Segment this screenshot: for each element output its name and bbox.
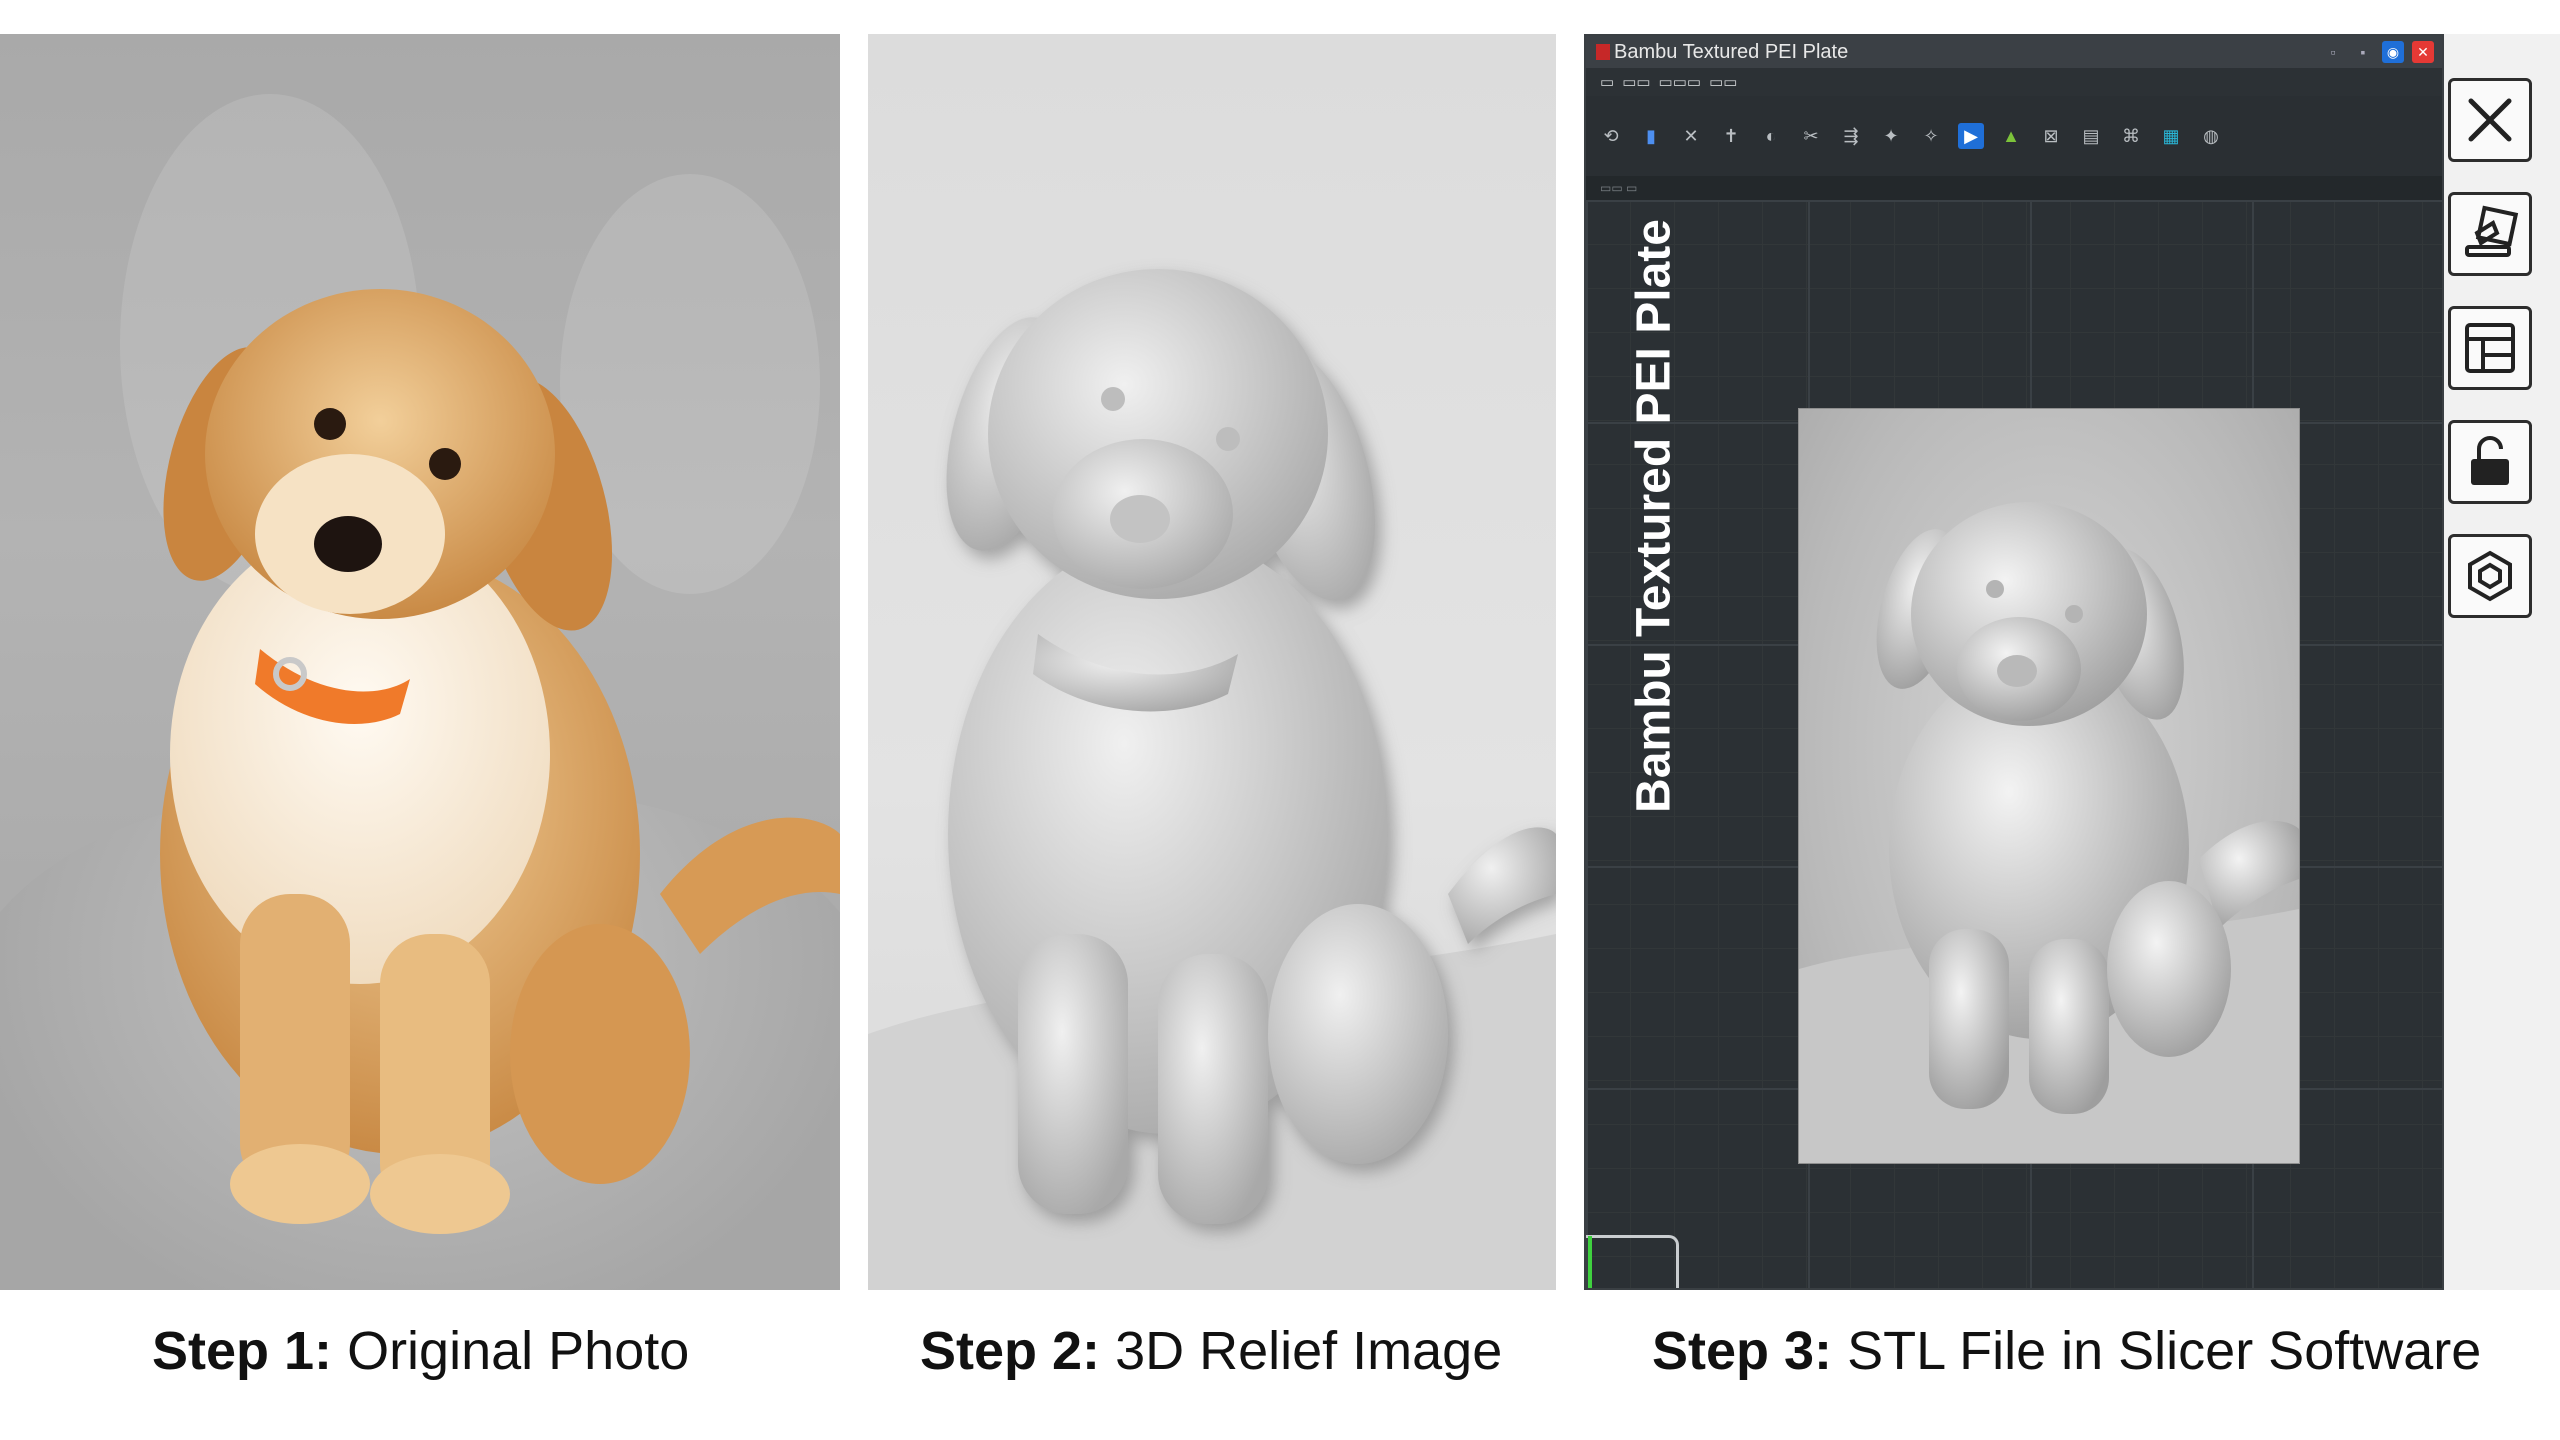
scale-tool-icon[interactable]: ◐ <box>1758 123 1784 149</box>
hexagon-settings-icon <box>2468 550 2512 602</box>
layer-icon[interactable]: ▲ <box>1998 123 2024 149</box>
layout-icon <box>2465 323 2515 373</box>
support-icon[interactable]: ✦ <box>1878 123 1904 149</box>
caption-step-3: Step 3: STL File in Slicer Software <box>1652 1321 2482 1381</box>
puppy-photo <box>160 289 840 1234</box>
edit-canvas-button[interactable] <box>2448 192 2532 276</box>
layout-button[interactable] <box>2448 306 2532 390</box>
measure-icon[interactable]: ⊠ <box>2038 123 2064 149</box>
delete-icon[interactable]: ✕ <box>1678 123 1704 149</box>
seam-icon[interactable]: ✧ <box>1918 123 1944 149</box>
minimize-icon[interactable]: ▫ <box>2322 41 2344 63</box>
relief-image-panel <box>868 34 1556 1290</box>
stl-model[interactable] <box>1798 408 2300 1164</box>
menu-item[interactable]: ▭▭ <box>1622 73 1650 91</box>
arrange-icon[interactable]: ⇶ <box>1838 123 1864 149</box>
close-button[interactable] <box>2448 78 2532 162</box>
grid-view-icon[interactable]: ▦ <box>2158 123 2184 149</box>
hexagon-settings-button[interactable] <box>2448 534 2532 618</box>
caption-step-2: Step 2: 3D Relief Image <box>920 1321 1503 1381</box>
view-icon[interactable]: ▤ <box>2078 123 2104 149</box>
original-photo-panel <box>0 34 840 1290</box>
rotate-tool-icon[interactable]: ⟲ <box>1598 123 1624 149</box>
y-axis-line <box>1588 1236 1592 1288</box>
plate-label: Bambu Textured PEI Plate <box>1627 219 1681 813</box>
move-tool-icon[interactable]: ✝ <box>1718 123 1744 149</box>
close-window-icon[interactable]: ✕ <box>2412 41 2434 63</box>
axis-indicator <box>1586 1235 1679 1288</box>
app-logo-icon <box>1596 44 1610 60</box>
settings-icon[interactable]: ◉ <box>2382 41 2404 63</box>
menu-bar: ▭ ▭▭ ▭▭▭ ▭▭ <box>1586 68 2442 96</box>
right-sidebar <box>2444 34 2560 1290</box>
menu-item[interactable]: ▭▭ <box>1709 73 1737 91</box>
menu-item[interactable]: ▭ <box>1600 73 1614 91</box>
status-strip: ▭▭ ▭ <box>1586 176 2442 200</box>
caption-step-1: Step 1: Original Photo <box>152 1321 690 1381</box>
mesh-icon[interactable]: ⌘ <box>2118 123 2144 149</box>
title-bar: Bambu Textured PEI Plate ▫ ▪ ◉ ✕ <box>1586 36 2442 68</box>
paint-tool-icon[interactable]: ▶ <box>1958 123 1984 149</box>
add-object-icon[interactable]: ▮ <box>1638 123 1664 149</box>
assembly-icon[interactable]: ◍ <box>2198 123 2224 149</box>
maximize-icon[interactable]: ▪ <box>2352 41 2374 63</box>
unlock-button[interactable] <box>2448 420 2532 504</box>
window-title: Bambu Textured PEI Plate <box>1614 40 1849 63</box>
toolbar: ⟲ ▮ ✕ ✝ ◐ ✂ ⇶ ✦ ✧ ▶ ▲ ⊠ ▤ ⌘ ▦ ◍ <box>1586 96 2442 176</box>
cut-tool-icon[interactable]: ✂ <box>1798 123 1824 149</box>
edit-canvas-icon <box>2465 205 2519 257</box>
unlock-icon <box>2471 436 2509 485</box>
menu-item[interactable]: ▭▭▭ <box>1659 73 1702 91</box>
puppy-relief <box>868 269 1556 1290</box>
slicer-window: Bambu Textured PEI Plate ▫ ▪ ◉ ✕ ▭ ▭▭ ▭▭… <box>1584 34 2444 1290</box>
close-icon <box>2468 98 2512 142</box>
